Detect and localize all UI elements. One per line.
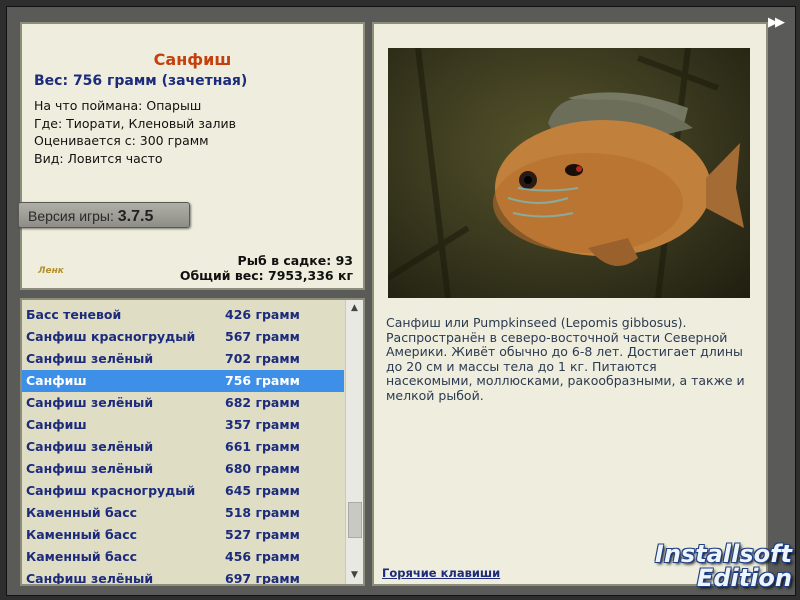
list-item-name: Каменный басс	[26, 527, 138, 542]
list-item-name: Санфиш зелёный	[26, 439, 154, 454]
list-item[interactable]: Санфиш 756 грамм	[22, 370, 344, 392]
list-item-weight: 567 грамм	[225, 329, 300, 344]
location-line: Где: Тиорати, Кленовый залив	[34, 115, 236, 131]
catch-info-panel: Санфиш Вес: 756 грамм (зачетная) На что …	[20, 22, 365, 290]
hotkeys-link[interactable]: Горячие клавиши	[382, 566, 500, 580]
catch-details: На что поймана: Опарыш Где: Тиорати, Кле…	[34, 97, 236, 167]
catch-list-panel: Басс теневой 426 грамм Санфиш красногрудый…	[20, 298, 365, 586]
list-item-name: Басс теневой	[26, 307, 122, 322]
list-item[interactable]: Санфиш красногрудый 645 грамм	[22, 480, 344, 502]
scroll-down-arrow-icon[interactable]: ▼	[346, 567, 363, 584]
list-item[interactable]: Каменный басс 518 грамм	[22, 502, 344, 524]
catch-list[interactable]: Басс теневой 426 грамм Санфиш красногрудый…	[22, 300, 344, 584]
installsoft-logo: Installsoft Edition	[644, 532, 792, 594]
list-item-weight: 645 грамм	[225, 483, 300, 498]
small-logo: Ленк	[38, 266, 64, 276]
scroll-up-arrow-icon[interactable]: ▲	[346, 300, 363, 317]
list-item-weight: 456 грамм	[225, 549, 300, 564]
pumpkinseed-fish-illustration	[388, 48, 744, 298]
fish-photo	[388, 48, 750, 298]
list-item[interactable]: Санфиш зелёный 697 грамм	[22, 568, 344, 584]
total-weight: Общий вес: 7953,336 кг	[179, 268, 353, 283]
scroll-thumb[interactable]	[348, 502, 362, 538]
list-item-name: Санфиш	[26, 417, 87, 432]
list-item-name: Каменный басс	[26, 505, 138, 520]
min-weight-line: Оценивается с: 300 грамм	[34, 133, 209, 148]
list-item[interactable]: Каменный басс 527 грамм	[22, 524, 344, 546]
bait-line: На что поймана: Опарыш	[34, 98, 202, 113]
list-item[interactable]: Санфиш 357 грамм	[22, 414, 344, 436]
fish-description: Санфиш или Pumpkinseed (Lepomis gibbosus…	[386, 315, 745, 403]
list-item[interactable]: Санфиш зелёный 702 грамм	[22, 348, 344, 370]
frequency-line: Вид: Ловится часто	[34, 150, 163, 166]
list-item-weight: 518 грамм	[225, 505, 300, 520]
list-item-name: Санфиш красногрудый	[26, 329, 196, 344]
brand-line2: Edition	[696, 564, 792, 592]
list-item-weight: 702 грамм	[225, 351, 300, 366]
list-item[interactable]: Санфиш красногрудый 567 грамм	[22, 326, 344, 348]
list-item-weight: 527 грамм	[225, 527, 300, 542]
list-item-name: Санфиш красногрудый	[26, 483, 196, 498]
list-item-weight: 426 грамм	[225, 307, 300, 322]
list-item-weight: 697 грамм	[225, 571, 300, 584]
fish-title: Санфиш	[153, 50, 232, 69]
list-item-weight: 680 грамм	[225, 461, 300, 476]
fish-photo-panel: Санфиш или Pumpkinseed (Lepomis gibbosus…	[372, 22, 768, 586]
fish-count: Рыб в садке: 93	[237, 253, 353, 268]
list-item[interactable]: Басс теневой 426 грамм	[22, 304, 344, 326]
list-item-weight: 357 грамм	[225, 417, 300, 432]
list-item-name: Санфиш зелёный	[26, 461, 154, 476]
list-item-name: Санфиш зелёный	[26, 351, 154, 366]
list-scrollbar[interactable]: ▲ ▼	[345, 300, 363, 584]
list-item-name: Санфиш зелёный	[26, 395, 154, 410]
list-item-weight: 756 грамм	[225, 373, 300, 388]
version-label: Версия игры:	[28, 208, 114, 224]
version-badge: Версия игры: 3.7.5	[18, 202, 190, 228]
list-item-name: Каменный басс	[26, 549, 138, 564]
list-item[interactable]: Санфиш зелёный 680 грамм	[22, 458, 344, 480]
list-item[interactable]: Санфиш зелёный 682 грамм	[22, 392, 344, 414]
list-item[interactable]: Каменный басс 456 грамм	[22, 546, 344, 568]
version-number: 3.7.5	[117, 208, 154, 225]
list-item[interactable]: Санфиш зелёный 661 грамм	[22, 436, 344, 458]
list-item-weight: 661 грамм	[225, 439, 300, 454]
list-item-name: Санфиш зелёный	[26, 571, 154, 584]
fish-weight: Вес: 756 грамм (зачетная)	[34, 73, 248, 89]
list-item-name: Санфиш	[26, 373, 87, 388]
list-item-weight: 682 грамм	[225, 395, 300, 410]
keepnet-stats: Рыб в садке: 93 Общий вес: 7953,336 кг	[180, 253, 353, 283]
